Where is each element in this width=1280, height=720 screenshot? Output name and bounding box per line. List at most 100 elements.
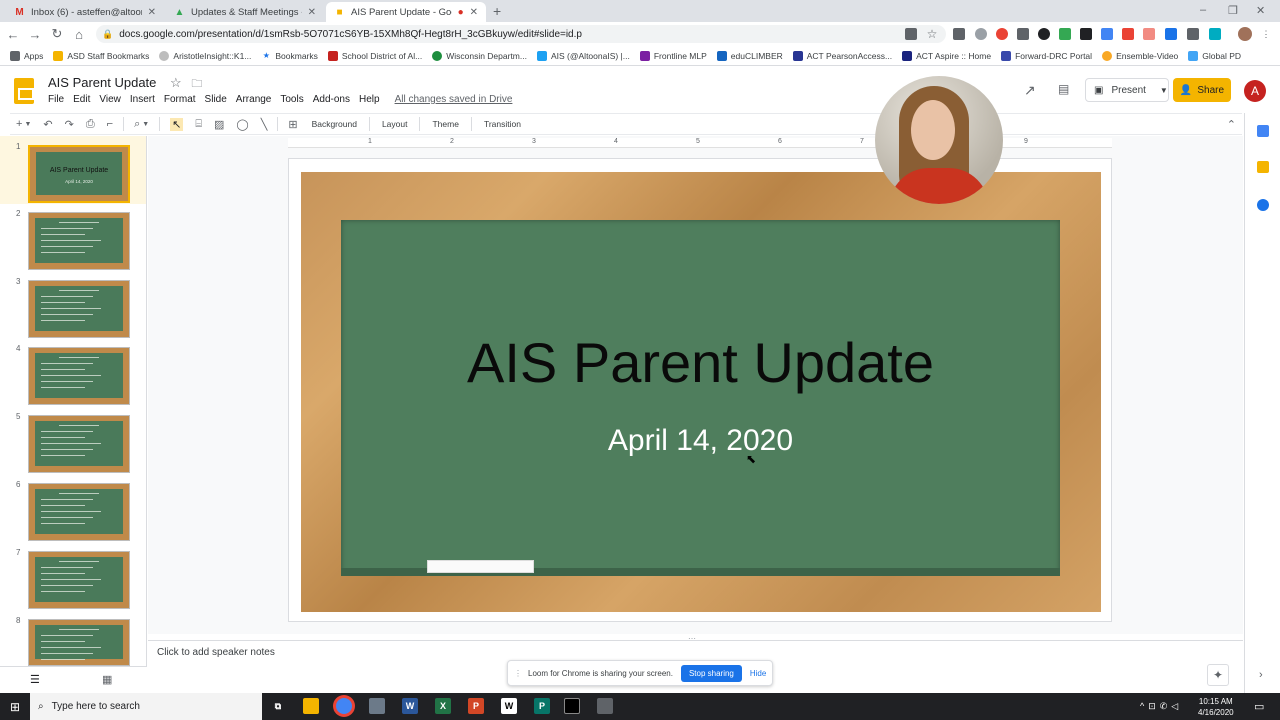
select-icon[interactable]: ↖ — [170, 117, 184, 131]
shape-icon[interactable]: ◯ — [236, 118, 248, 131]
restore-button[interactable]: ❐ — [1228, 4, 1238, 17]
slide-thumbnail[interactable] — [28, 483, 130, 541]
slide-thumbnail[interactable] — [28, 551, 130, 609]
close-tab-icon[interactable]: ✕ — [308, 7, 316, 18]
excel-icon[interactable]: X — [435, 698, 451, 714]
bookmark-item[interactable]: AristotleInsight::K1... — [159, 50, 251, 61]
app-icon[interactable] — [597, 698, 613, 714]
camera-icon[interactable] — [905, 28, 917, 40]
power-icon[interactable] — [1038, 28, 1050, 40]
redo-icon[interactable]: ↷ — [65, 118, 74, 131]
zoom-icon[interactable]: ⌕ — [134, 118, 140, 131]
powerpoint-icon[interactable]: P — [468, 698, 484, 714]
background-button[interactable]: Background — [312, 119, 357, 129]
move-folder-icon[interactable]: 🗀 — [191, 78, 202, 90]
slide-thumbnail[interactable]: AIS Parent Update April 14, 2020 — [28, 145, 130, 203]
undo-icon[interactable]: ↶ — [43, 118, 52, 131]
terminal-icon[interactable] — [564, 698, 580, 714]
tasks-icon[interactable] — [1257, 199, 1269, 211]
present-button[interactable]: ▣ Present ▼ — [1085, 78, 1169, 102]
extension-icon[interactable] — [1143, 28, 1155, 40]
theme-button[interactable]: Theme — [432, 119, 458, 129]
menu-edit[interactable]: Edit — [73, 94, 90, 105]
menu-view[interactable]: View — [99, 94, 121, 105]
comments-icon[interactable]: ▤ — [1058, 82, 1069, 96]
bookmark-apps[interactable]: Apps — [10, 50, 43, 61]
system-tray-icons[interactable]: ^⊡✆◁ — [1140, 701, 1182, 712]
home-icon[interactable]: ⌂ — [70, 27, 88, 42]
layout-button[interactable]: Layout — [382, 119, 408, 129]
profile-avatar[interactable] — [1238, 27, 1252, 41]
tab-updates[interactable]: ▲ Updates & Staff Meetings - Distr ✕ — [166, 2, 324, 22]
back-icon[interactable]: ← — [4, 27, 22, 42]
print-icon[interactable]: ⎙ — [86, 118, 95, 131]
transition-button[interactable]: Transition — [484, 119, 521, 129]
menu-slide[interactable]: Slide — [205, 94, 227, 105]
slide-thumbnail[interactable] — [28, 347, 130, 405]
slides-logo-icon[interactable] — [14, 78, 34, 104]
textbox-icon[interactable]: ⌸ — [195, 118, 202, 131]
bookmark-item[interactable]: ACT Aspire :: Home — [902, 50, 991, 61]
forward-icon[interactable]: → — [26, 27, 44, 42]
bookmark-item[interactable]: Wisconsin Departm... — [432, 50, 527, 61]
tab-inbox[interactable]: M Inbox (6) - asteffen@altoona.k12 ✕ — [6, 2, 164, 22]
reload-icon[interactable]: ↻ — [48, 26, 66, 42]
chevron-down-icon[interactable]: ▼ — [142, 121, 149, 128]
resize-handle-icon[interactable]: ⋯ — [688, 634, 696, 643]
extension-icon[interactable] — [953, 28, 965, 40]
paint-format-icon[interactable]: ⌐ — [107, 118, 113, 130]
document-title-text[interactable]: AIS Parent Update — [48, 75, 156, 90]
publisher-icon[interactable]: P — [534, 698, 550, 714]
line-icon[interactable]: ╲ — [261, 118, 268, 131]
minimize-button[interactable]: – — [1200, 4, 1206, 16]
webcam-bubble[interactable] — [875, 76, 1003, 204]
bookmark-item[interactable]: eduCLIMBER — [716, 50, 783, 61]
chalk-eraser[interactable] — [427, 560, 534, 573]
menu-tools[interactable]: Tools — [280, 94, 303, 105]
menu-arrange[interactable]: Arrange — [236, 94, 272, 105]
slide-title[interactable]: AIS Parent Update — [341, 330, 1060, 395]
chrome-icon[interactable] — [336, 698, 352, 714]
menu-addons[interactable]: Add-ons — [313, 94, 350, 105]
windows-start-icon[interactable]: ⊞ — [0, 700, 30, 714]
app-icon[interactable] — [369, 698, 385, 714]
slide-thumbnail[interactable] — [28, 619, 130, 666]
word-icon[interactable]: W — [402, 698, 418, 714]
share-button[interactable]: 👤 Share — [1173, 78, 1231, 102]
extension-icon[interactable] — [996, 28, 1008, 40]
notification-icon[interactable]: ▭ — [1254, 700, 1264, 713]
bookmark-item[interactable]: Global PD — [1188, 50, 1241, 61]
extension-icon[interactable] — [1122, 28, 1134, 40]
menu-format[interactable]: Format — [164, 94, 196, 105]
extension-icon[interactable] — [1165, 28, 1177, 40]
document-title[interactable]: AIS Parent Update ☆ 🗀 — [48, 75, 202, 94]
bookmark-item[interactable]: ACT PearsonAccess... — [792, 50, 892, 61]
extension-icon[interactable] — [1187, 28, 1199, 40]
bookmark-item[interactable]: ★ Bookmarks — [261, 51, 318, 61]
save-status[interactable]: All changes saved in Drive — [395, 94, 513, 105]
file-explorer-icon[interactable] — [303, 698, 319, 714]
collapse-toolbar-icon[interactable]: ⌃ — [1227, 118, 1236, 131]
close-window-button[interactable]: ✕ — [1256, 4, 1265, 17]
slide-thumbnail[interactable] — [28, 280, 130, 338]
more-vert-icon[interactable]: ⋮ — [1260, 28, 1272, 40]
extension-icon[interactable] — [975, 28, 987, 40]
explore-icon[interactable]: ✦ — [1207, 664, 1229, 686]
app-icon[interactable]: W — [501, 698, 517, 714]
drag-handle-icon[interactable]: ⋮ — [514, 669, 522, 678]
expand-panel-icon[interactable]: › — [1259, 669, 1263, 681]
bookmark-item[interactable]: Forward-DRC Portal — [1001, 50, 1092, 61]
extension-icon[interactable] — [1059, 28, 1071, 40]
grid-view-icon[interactable]: ▦ — [102, 673, 112, 686]
bookmark-item[interactable]: Frontline MLP — [639, 50, 707, 61]
tab-slides[interactable]: ■ AIS Parent Update - Google ● ✕ — [326, 2, 486, 22]
keep-icon[interactable] — [1257, 161, 1269, 173]
activity-icon[interactable]: ↗ — [1024, 82, 1036, 99]
extension-icon[interactable] — [1080, 28, 1092, 40]
extension-icon[interactable] — [1017, 28, 1029, 40]
chevron-down-icon[interactable]: ▼ — [24, 121, 31, 128]
calendar-icon[interactable] — [1257, 125, 1269, 137]
menu-help[interactable]: Help — [359, 94, 380, 105]
bookmark-item[interactable]: ASD Staff Bookmarks — [53, 50, 149, 61]
chevron-down-icon[interactable]: ▼ — [1160, 86, 1168, 95]
